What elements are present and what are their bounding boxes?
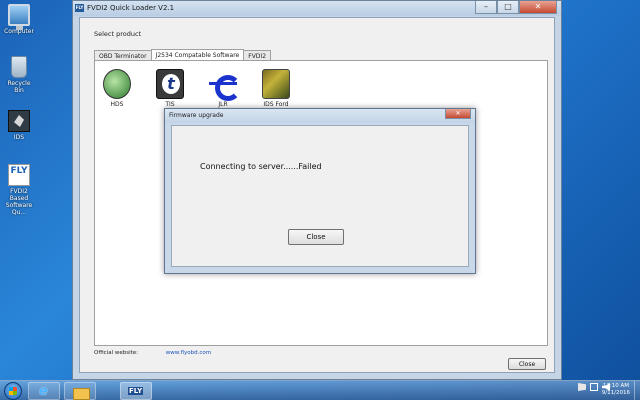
- ids-icon: [8, 110, 30, 132]
- dialog-titlebar[interactable]: Firmware upgrade ✕: [165, 109, 475, 123]
- dialog-close-x-button[interactable]: ✕: [445, 109, 471, 119]
- select-product-label: Select product: [94, 30, 142, 38]
- flag-icon[interactable]: [578, 383, 586, 391]
- network-icon[interactable]: [590, 383, 598, 391]
- product-label: IDS Ford: [263, 101, 289, 108]
- product-label: JLR: [218, 101, 228, 108]
- close-window-button[interactable]: ✕: [519, 1, 557, 14]
- jlr-icon: [209, 69, 241, 101]
- ids-ford-icon: [262, 69, 290, 99]
- start-button[interactable]: [4, 382, 22, 400]
- maximize-button[interactable]: □: [497, 1, 519, 14]
- main-close-button[interactable]: Close: [508, 358, 546, 370]
- computer-icon: [8, 4, 30, 30]
- product-ids-ford[interactable]: IDS Ford: [258, 69, 294, 108]
- tis-icon: [156, 69, 184, 99]
- desktop-icon-recycle-bin[interactable]: Recycle Bin: [2, 56, 36, 94]
- clock-date: 9/11/2016: [601, 390, 630, 396]
- desktop-icon-fvdi2[interactable]: FLY FVDI2 Based Software Qu...: [2, 164, 36, 216]
- recycle-bin-icon: [11, 56, 27, 78]
- show-desktop-button[interactable]: [634, 381, 640, 400]
- main-titlebar[interactable]: FLY FVDI2 Quick Loader V2.1 – □ ✕: [73, 1, 561, 16]
- desktop-icon-ids[interactable]: IDS: [2, 110, 36, 141]
- firmware-upgrade-dialog: Firmware upgrade ✕ Connecting to server.…: [164, 108, 476, 274]
- desktop-icon-label: Recycle Bin: [7, 80, 31, 94]
- taskbar-fvdi2-button[interactable]: [120, 382, 152, 400]
- minimize-button[interactable]: –: [475, 1, 497, 14]
- desktop-icon-label: IDS: [13, 134, 25, 141]
- fly-icon: FLY: [8, 164, 30, 186]
- official-website-label: Official website:: [94, 350, 139, 356]
- product-tis[interactable]: TIS: [152, 69, 188, 108]
- dialog-title: Firmware upgrade: [169, 112, 224, 119]
- dialog-client-area: Connecting to server......Failed Close: [171, 125, 469, 267]
- product-jlr[interactable]: JLR: [205, 69, 241, 108]
- fly-app-icon: FLY: [75, 4, 84, 12]
- clock[interactable]: 12:10 AM 9/11/2016: [602, 383, 630, 397]
- dialog-close-button[interactable]: Close: [288, 229, 344, 245]
- hds-icon: [103, 69, 131, 99]
- window-title: FVDI2 Quick Loader V2.1: [87, 4, 175, 12]
- status-message: Connecting to server......Failed: [200, 162, 322, 171]
- product-label: TIS: [165, 101, 175, 108]
- desktop-icon-computer[interactable]: Computer: [2, 4, 36, 35]
- official-website-link[interactable]: www.flyobd.com: [166, 350, 211, 356]
- clock-time: 12:10 AM: [602, 383, 629, 389]
- taskbar: 12:10 AM 9/11/2016: [0, 380, 640, 400]
- product-label: HDS: [110, 101, 124, 108]
- taskbar-explorer-button[interactable]: [64, 382, 96, 400]
- official-website: Official website: www.flyobd.com: [94, 350, 211, 356]
- desktop-icon-label: FVDI2 Based Software Qu...: [5, 188, 33, 216]
- taskbar-ie-button[interactable]: [28, 382, 60, 400]
- product-hds[interactable]: HDS: [99, 69, 135, 108]
